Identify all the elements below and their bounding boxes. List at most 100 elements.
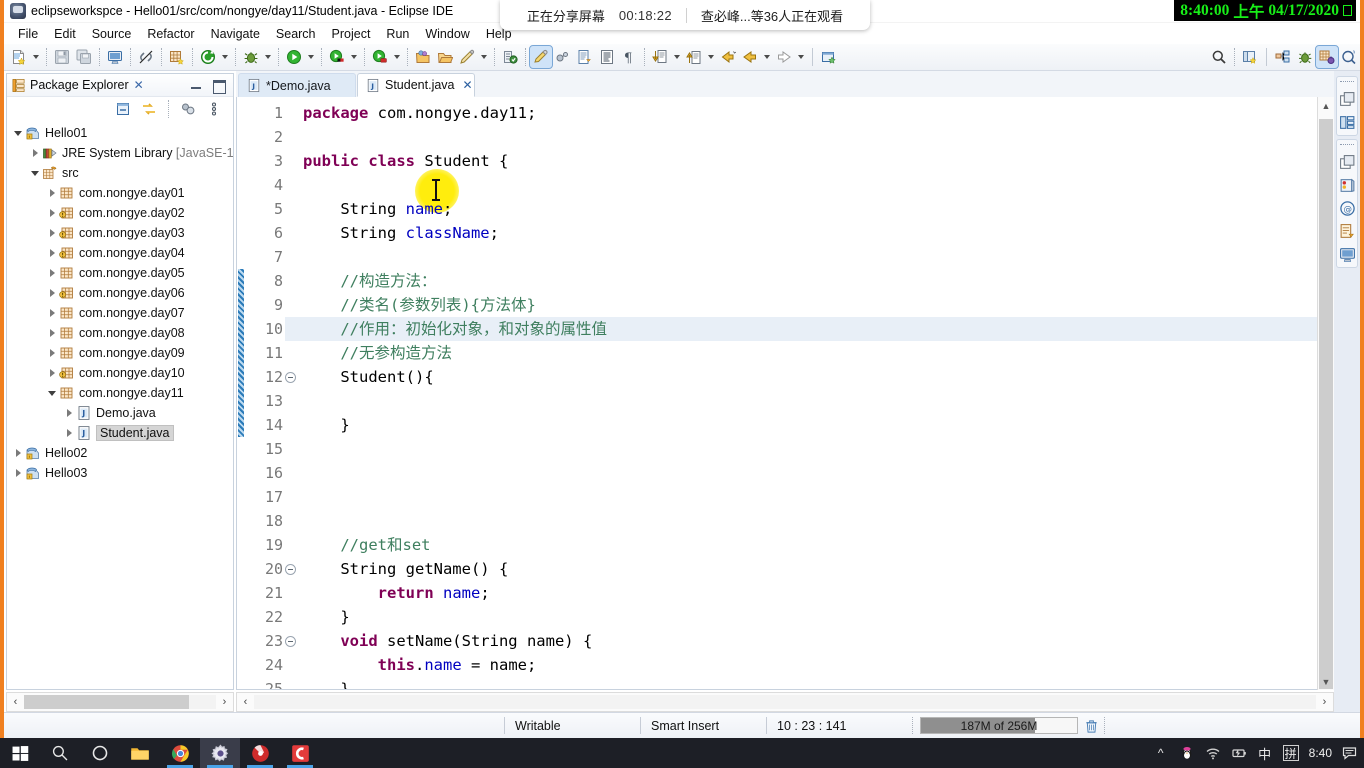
tree-item[interactable]: JRE System Library [JavaSE-1 — [7, 143, 233, 163]
tree-item[interactable]: com.nongye.day09 — [7, 343, 233, 363]
forward-dropdown[interactable] — [795, 46, 807, 68]
chevron-right-icon[interactable] — [11, 449, 25, 457]
declaration-view-icon[interactable] — [1339, 223, 1356, 240]
paragraph-icon[interactable]: ¶ — [618, 46, 640, 68]
code-line[interactable]: //类名(参数列表){方法体} — [303, 293, 1333, 317]
back-history-plain-icon[interactable] — [739, 46, 761, 68]
maximize-button[interactable] — [211, 78, 226, 94]
code-line[interactable]: String name; — [303, 197, 1333, 221]
open-type-icon[interactable] — [412, 46, 434, 68]
save-icon[interactable] — [51, 46, 73, 68]
explorer-button[interactable] — [120, 738, 160, 768]
search-button[interactable] — [40, 738, 80, 768]
outline-view-icon[interactable] — [1339, 114, 1356, 131]
code-line[interactable] — [303, 125, 1333, 149]
code-line[interactable]: String className; — [303, 221, 1333, 245]
heap-status-bar[interactable]: 187M of 256M — [920, 717, 1078, 734]
taskbar-clock[interactable]: 8:40 — [1309, 746, 1332, 760]
java-perspective-icon[interactable] — [529, 45, 553, 69]
tree-item[interactable]: Hello03 — [7, 463, 233, 483]
cortana-button[interactable] — [80, 738, 120, 768]
scroll-up-icon[interactable]: ▲ — [1318, 97, 1334, 114]
code-line[interactable]: } — [303, 677, 1333, 689]
hscroll-thumb[interactable] — [24, 695, 190, 709]
tree-item[interactable]: J Student.java — [7, 423, 233, 443]
ime-chinese-icon[interactable]: 中 — [1257, 745, 1273, 762]
run-dropdown[interactable] — [305, 46, 317, 68]
ime-pinyin-icon[interactable]: 拼 — [1282, 745, 1299, 761]
collapse-all-icon[interactable] — [112, 98, 134, 120]
focus-on-active-task-icon[interactable] — [177, 98, 199, 120]
code-line[interactable]: Student(){ — [303, 365, 1333, 389]
scroll-right-icon[interactable]: › — [216, 696, 233, 708]
chevron-right-icon[interactable] — [45, 349, 59, 357]
tree-item[interactable]: J Demo.java — [7, 403, 233, 423]
debug-icon[interactable] — [240, 46, 262, 68]
tree-item[interactable]: com.nongye.day11 — [7, 383, 233, 403]
code-line[interactable] — [303, 389, 1333, 413]
link-with-editor-icon[interactable] — [138, 98, 160, 120]
chevron-down-icon[interactable] — [45, 391, 59, 396]
start-button[interactable] — [0, 738, 40, 768]
code-line[interactable]: //get和set — [303, 533, 1333, 557]
debug-dropdown[interactable] — [262, 46, 274, 68]
code-line[interactable]: //无参构造方法 — [303, 341, 1333, 365]
package-explorer-tree[interactable]: Hello01 JRE System Library [JavaSE-1 src co… — [7, 121, 233, 689]
code-text-area[interactable]: package com.nongye.day11; public class S… — [285, 97, 1333, 689]
chevron-right-icon[interactable] — [62, 429, 76, 437]
code-line[interactable] — [303, 509, 1333, 533]
scroll-right-icon[interactable]: › — [1316, 696, 1333, 708]
search-pencil-icon[interactable] — [456, 46, 478, 68]
link-break-icon[interactable] — [135, 46, 157, 68]
next-edit-dropdown[interactable] — [671, 46, 683, 68]
hscroll-track[interactable] — [254, 695, 1316, 709]
prev-edit-icon[interactable] — [683, 46, 705, 68]
new-perspective-icon[interactable] — [1239, 46, 1261, 68]
chevron-right-icon[interactable] — [45, 329, 59, 337]
tree-item[interactable]: Hello01 — [7, 123, 233, 143]
coverage-icon[interactable] — [326, 46, 348, 68]
task-list-icon[interactable] — [1339, 177, 1356, 194]
chevron-right-icon[interactable] — [28, 149, 42, 157]
restore-view-icon[interactable] — [1339, 91, 1356, 108]
back-dropdown[interactable] — [761, 46, 773, 68]
tree-item[interactable]: com.nongye.day08 — [7, 323, 233, 343]
code-line[interactable]: String getName() { — [303, 557, 1333, 581]
chevron-right-icon[interactable] — [11, 469, 25, 477]
package-explorer-close-icon[interactable]: ✕ — [134, 78, 144, 92]
tree-item[interactable]: com.nongye.day04 — [7, 243, 233, 263]
camtasia-button[interactable] — [280, 738, 320, 768]
tree-item[interactable]: src — [7, 163, 233, 183]
menu-item-window[interactable]: Window — [417, 25, 477, 43]
restore-view-icon[interactable] — [1339, 154, 1356, 171]
show-whitespace-icon[interactable] — [596, 46, 618, 68]
code-line[interactable]: void setName(String name) { — [303, 629, 1333, 653]
code-line[interactable]: } — [303, 605, 1333, 629]
view-menu-icon[interactable] — [203, 98, 225, 120]
editor-tab[interactable]: J Student.java ✕ — [357, 73, 475, 97]
scroll-left-icon[interactable]: ‹ — [237, 696, 254, 708]
open-task-icon[interactable] — [434, 46, 456, 68]
menu-item-refactor[interactable]: Refactor — [139, 25, 202, 43]
qq-penguin-icon[interactable] — [1179, 745, 1195, 761]
editor-hscrollbar[interactable]: ‹ › — [236, 692, 1334, 712]
java-browsing-icon[interactable] — [1272, 46, 1294, 68]
forward-history-icon[interactable] — [773, 46, 795, 68]
vscroll-thumb[interactable] — [1319, 119, 1333, 689]
chevron-right-icon[interactable] — [45, 209, 59, 217]
menu-item-run[interactable]: Run — [378, 25, 417, 43]
scroll-down-icon[interactable]: ▼ — [1318, 673, 1334, 690]
menu-item-search[interactable]: Search — [268, 25, 324, 43]
tab-close-icon[interactable]: ✕ — [463, 78, 473, 92]
chevron-down-icon[interactable] — [28, 171, 42, 176]
next-annotation-icon[interactable] — [499, 46, 521, 68]
java-ee-perspective-icon[interactable] — [1338, 46, 1360, 68]
menu-item-edit[interactable]: Edit — [46, 25, 84, 43]
code-line[interactable]: this.name = name; — [303, 653, 1333, 677]
save-all-icon[interactable] — [73, 46, 95, 68]
tray-chevron-icon[interactable]: ^ — [1153, 745, 1169, 761]
chevron-right-icon[interactable] — [45, 269, 59, 277]
menu-item-project[interactable]: Project — [324, 25, 379, 43]
code-line[interactable] — [303, 461, 1333, 485]
new-editor-icon[interactable] — [818, 46, 840, 68]
